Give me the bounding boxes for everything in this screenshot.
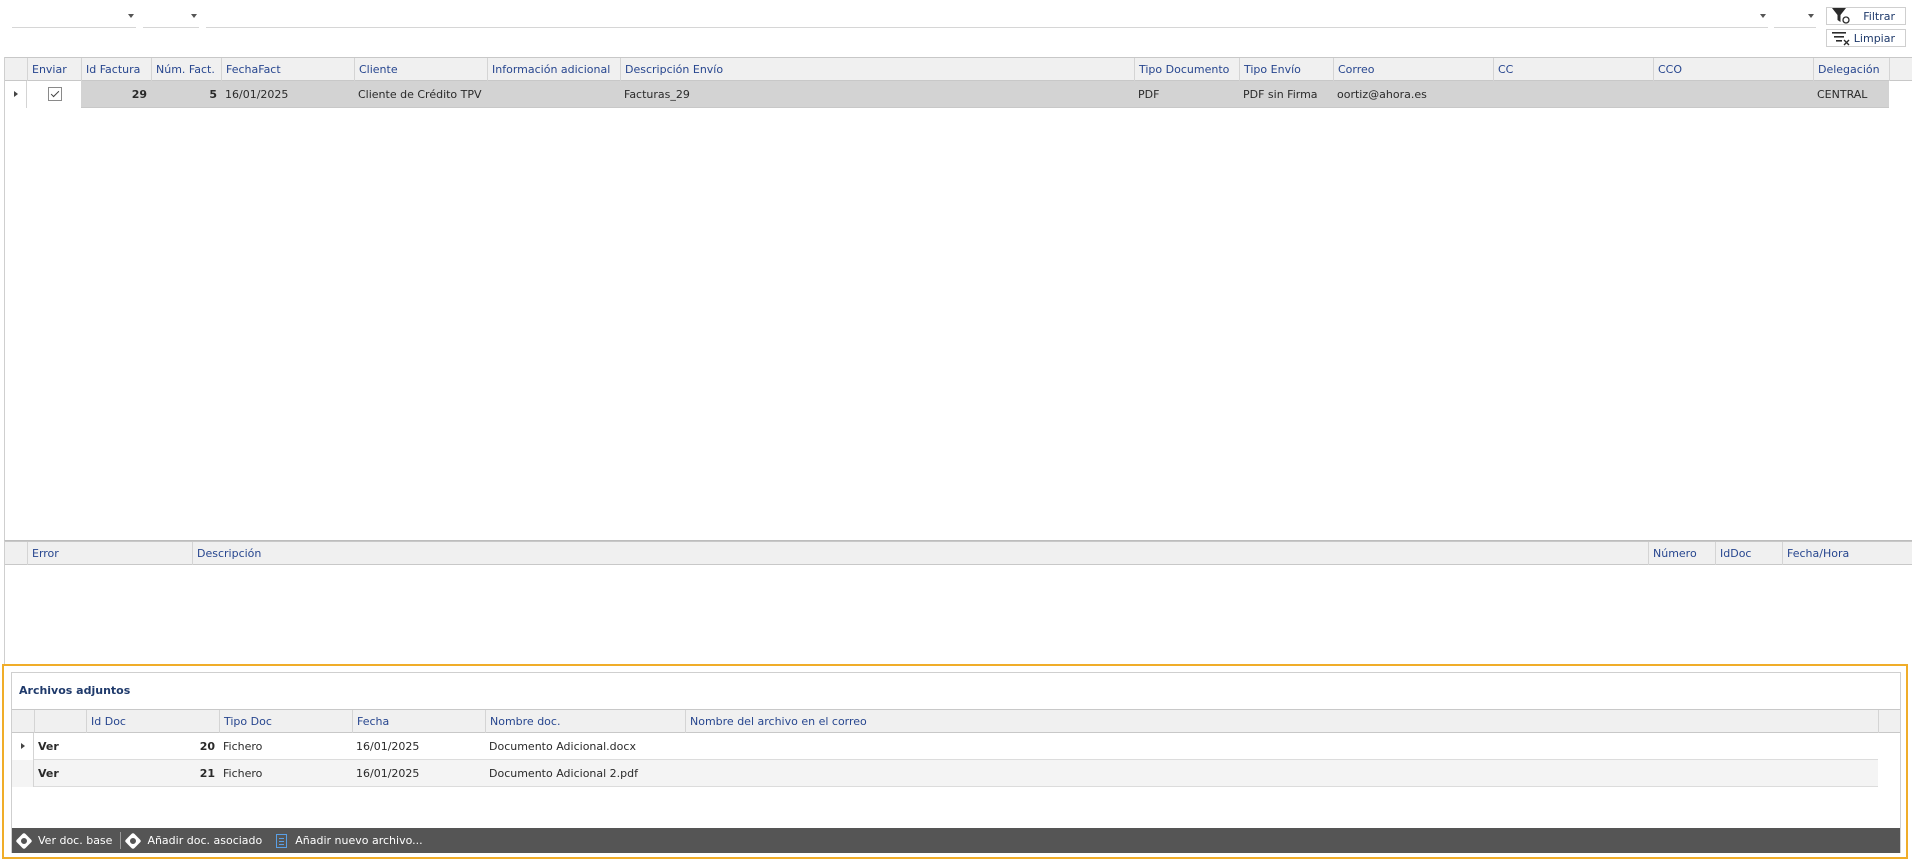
attachments-grid: Id Doc Tipo Doc Fecha Nombre doc. Nombre… bbox=[12, 709, 1900, 805]
row-indicator[interactable] bbox=[12, 760, 34, 787]
invoice-grid-header: Enviar Id Factura Núm. Fact. FechaFact C… bbox=[5, 57, 1912, 81]
col-nombre-doc[interactable]: Nombre doc. bbox=[485, 710, 685, 733]
cell-tipo-documento: PDF bbox=[1138, 88, 1160, 101]
col-descripcion[interactable]: Descripción bbox=[192, 542, 1648, 565]
row-indicator[interactable] bbox=[5, 81, 27, 108]
filter-combo-2[interactable] bbox=[143, 10, 199, 28]
cell-fecha: 16/01/2025 bbox=[356, 740, 420, 753]
col-num-fact[interactable]: Núm. Fact. bbox=[151, 58, 221, 81]
cell-descripcion: Facturas_29 bbox=[624, 88, 690, 101]
cell-delegacion: CENTRAL bbox=[1817, 88, 1868, 101]
col-fechafact[interactable]: FechaFact bbox=[221, 58, 354, 81]
cell-nombre-doc: Documento Adicional 2.pdf bbox=[489, 767, 639, 780]
col-tipo-envio[interactable]: Tipo Envío bbox=[1239, 58, 1333, 81]
col-nombre-archivo-correo[interactable]: Nombre del archivo en el correo bbox=[685, 710, 1878, 733]
col-id-factura[interactable]: Id Factura bbox=[81, 58, 151, 81]
clear-button-label: Limpiar bbox=[1853, 31, 1895, 45]
chevron-down-icon bbox=[128, 14, 134, 18]
col-cco[interactable]: CCO bbox=[1653, 58, 1813, 81]
table-row[interactable]: Ver 21 Fichero 16/01/2025 Documento Adic… bbox=[12, 760, 1878, 787]
clear-filter-icon bbox=[1832, 32, 1850, 46]
cell-tipo-envio: PDF sin Firma bbox=[1243, 88, 1318, 101]
cell-nombre-correo bbox=[685, 760, 1878, 787]
caret-right-icon bbox=[14, 91, 18, 97]
filter-icon bbox=[1832, 8, 1850, 24]
cell-fecha: 16/01/2025 bbox=[225, 88, 289, 101]
row-indicator[interactable] bbox=[12, 733, 34, 760]
clear-button[interactable]: Limpiar bbox=[1826, 29, 1906, 47]
diamond-icon bbox=[124, 832, 142, 849]
view-base-doc-label: Ver doc. base bbox=[38, 834, 113, 847]
col-descripcion-envio[interactable]: Descripción Envío bbox=[620, 58, 1134, 81]
cell-tipo-doc: Fichero bbox=[223, 740, 263, 753]
cell-cc bbox=[1493, 81, 1653, 108]
col-delegacion[interactable]: Delegación bbox=[1813, 58, 1889, 81]
add-new-file-button[interactable]: Añadir nuevo archivo... bbox=[270, 828, 430, 853]
header-filler bbox=[1889, 58, 1912, 81]
col-enviar[interactable]: Enviar bbox=[27, 58, 81, 81]
view-base-doc-button[interactable]: Ver doc. base bbox=[12, 828, 120, 853]
attachments-toolbar: Ver doc. base Añadir doc. asociado Añadi… bbox=[12, 828, 1900, 853]
cell-nombre-doc: Documento Adicional.docx bbox=[489, 740, 636, 753]
filter-button-label: Filtrar bbox=[1863, 9, 1895, 23]
col-correo[interactable]: Correo bbox=[1333, 58, 1493, 81]
filter-button[interactable]: Filtrar bbox=[1826, 7, 1906, 25]
table-row[interactable]: Ver 20 Fichero 16/01/2025 Documento Adic… bbox=[12, 733, 1878, 760]
error-grid: Error Descripción Número IdDoc Fecha/Hor… bbox=[4, 540, 1912, 664]
cell-nombre-correo bbox=[685, 733, 1878, 760]
cell-num-fact: 5 bbox=[209, 88, 217, 101]
row-indicator-header bbox=[12, 710, 34, 733]
col-id-doc[interactable]: Id Doc bbox=[86, 710, 219, 733]
attachments-panel: Archivos adjuntos Id Doc Tipo Doc Fecha … bbox=[2, 664, 1908, 859]
col-cliente[interactable]: Cliente bbox=[354, 58, 487, 81]
header-filler bbox=[1878, 710, 1900, 733]
cell-info bbox=[487, 81, 620, 108]
attachments-grid-header: Id Doc Tipo Doc Fecha Nombre doc. Nombre… bbox=[12, 709, 1900, 733]
row-indicator-header bbox=[5, 542, 27, 565]
col-action bbox=[34, 710, 86, 733]
cell-id-doc: 21 bbox=[199, 767, 215, 780]
attachments-title: Archivos adjuntos bbox=[19, 684, 131, 697]
error-grid-header: Error Descripción Número IdDoc Fecha/Hor… bbox=[5, 541, 1912, 565]
document-icon bbox=[276, 833, 288, 848]
cell-tipo-doc: Fichero bbox=[223, 767, 263, 780]
filter-combo-1[interactable] bbox=[12, 10, 136, 28]
add-associated-doc-button[interactable]: Añadir doc. asociado bbox=[121, 828, 270, 853]
chevron-down-icon bbox=[191, 14, 197, 18]
chevron-down-icon bbox=[1808, 14, 1814, 18]
cell-cco bbox=[1653, 81, 1813, 108]
add-associated-doc-label: Añadir doc. asociado bbox=[147, 834, 263, 847]
add-new-file-label: Añadir nuevo archivo... bbox=[295, 834, 423, 847]
diamond-icon bbox=[15, 832, 33, 849]
col-tipo-doc[interactable]: Tipo Doc bbox=[219, 710, 352, 733]
cell-cliente: Cliente de Crédito TPV bbox=[358, 88, 482, 101]
cell-fecha: 16/01/2025 bbox=[356, 767, 420, 780]
cell-enviar bbox=[27, 81, 81, 108]
invoice-grid: Enviar Id Factura Núm. Fact. FechaFact C… bbox=[4, 57, 1912, 540]
filter-bar: Filtrar Limpiar bbox=[0, 0, 1912, 56]
row-indicator-header bbox=[5, 58, 27, 81]
view-link[interactable]: Ver bbox=[34, 733, 86, 760]
filter-combo-4[interactable] bbox=[1774, 10, 1816, 28]
col-numero[interactable]: Número bbox=[1648, 542, 1715, 565]
col-error[interactable]: Error bbox=[27, 542, 192, 565]
col-fecha-hora[interactable]: Fecha/Hora bbox=[1782, 542, 1912, 565]
filter-combo-3[interactable] bbox=[206, 10, 1768, 28]
col-fecha[interactable]: Fecha bbox=[352, 710, 485, 733]
view-link[interactable]: Ver bbox=[34, 760, 86, 787]
table-row[interactable]: 29 5 16/01/2025 Cliente de Crédito TPV F… bbox=[5, 81, 1889, 108]
chevron-down-icon bbox=[1760, 14, 1766, 18]
col-iddoc[interactable]: IdDoc bbox=[1715, 542, 1782, 565]
col-tipo-documento[interactable]: Tipo Documento bbox=[1134, 58, 1239, 81]
col-cc[interactable]: CC bbox=[1493, 58, 1653, 81]
caret-right-icon bbox=[21, 743, 25, 749]
cell-correo: oortiz@ahora.es bbox=[1337, 88, 1427, 101]
attachments-container: Archivos adjuntos Id Doc Tipo Doc Fecha … bbox=[11, 672, 1901, 853]
cell-id-doc: 20 bbox=[199, 740, 215, 753]
col-informacion-adicional[interactable]: Información adicional bbox=[487, 58, 620, 81]
cell-id-factura: 29 bbox=[131, 88, 147, 101]
enviar-checkbox[interactable] bbox=[48, 87, 62, 101]
